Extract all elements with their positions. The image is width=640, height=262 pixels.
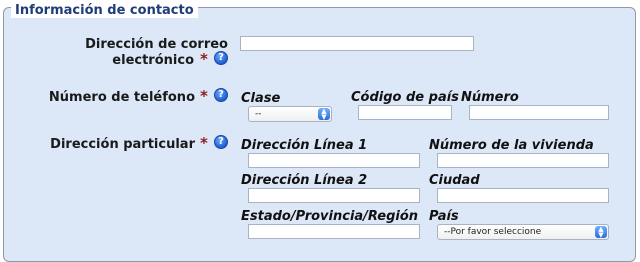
address-line1-label: Dirección Línea 1 [241,138,368,153]
address-help-icon[interactable]: ? [214,135,228,149]
phone-help-icon[interactable]: ? [214,88,228,102]
address-line2-label: Dirección Línea 2 [241,173,368,188]
country-select[interactable]: --Por favor seleccione ▲ ▼ [437,224,609,240]
phone-type-label: Clase [241,91,281,106]
address-line1-input[interactable] [248,153,420,168]
country-label: País [429,209,459,224]
email-required-mark: * [200,50,208,68]
email-input[interactable] [240,36,474,51]
country-select-value: --Por favor seleccione [444,227,542,237]
country-code-label: Código de país [351,90,459,105]
country-code-input[interactable] [358,105,452,120]
city-label: Ciudad [429,173,480,188]
phone-number-input[interactable] [469,105,609,120]
phone-type-select[interactable]: -- ▲ ▼ [248,106,332,122]
phone-label: Número de teléfono [48,90,195,105]
address-line2-input[interactable] [248,188,420,203]
select-arrows-icon: ▲ ▼ [595,226,607,239]
phone-type-value: -- [255,109,262,119]
state-label: Estado/Provincia/Región [241,209,419,224]
house-number-input[interactable] [437,153,609,168]
city-input[interactable] [437,188,609,203]
select-arrows-icon: ▲ ▼ [318,108,330,121]
phone-required-mark: * [200,87,208,105]
state-input[interactable] [248,224,420,239]
email-label-line2: electrónico [112,53,194,68]
house-number-label: Número de la vivienda [429,138,594,153]
address-required-mark: * [200,134,208,152]
phone-number-label: Número [461,90,519,105]
section-title: Información de contacto [11,3,198,18]
address-label: Dirección particular [50,137,195,152]
email-help-icon[interactable]: ? [214,51,228,65]
